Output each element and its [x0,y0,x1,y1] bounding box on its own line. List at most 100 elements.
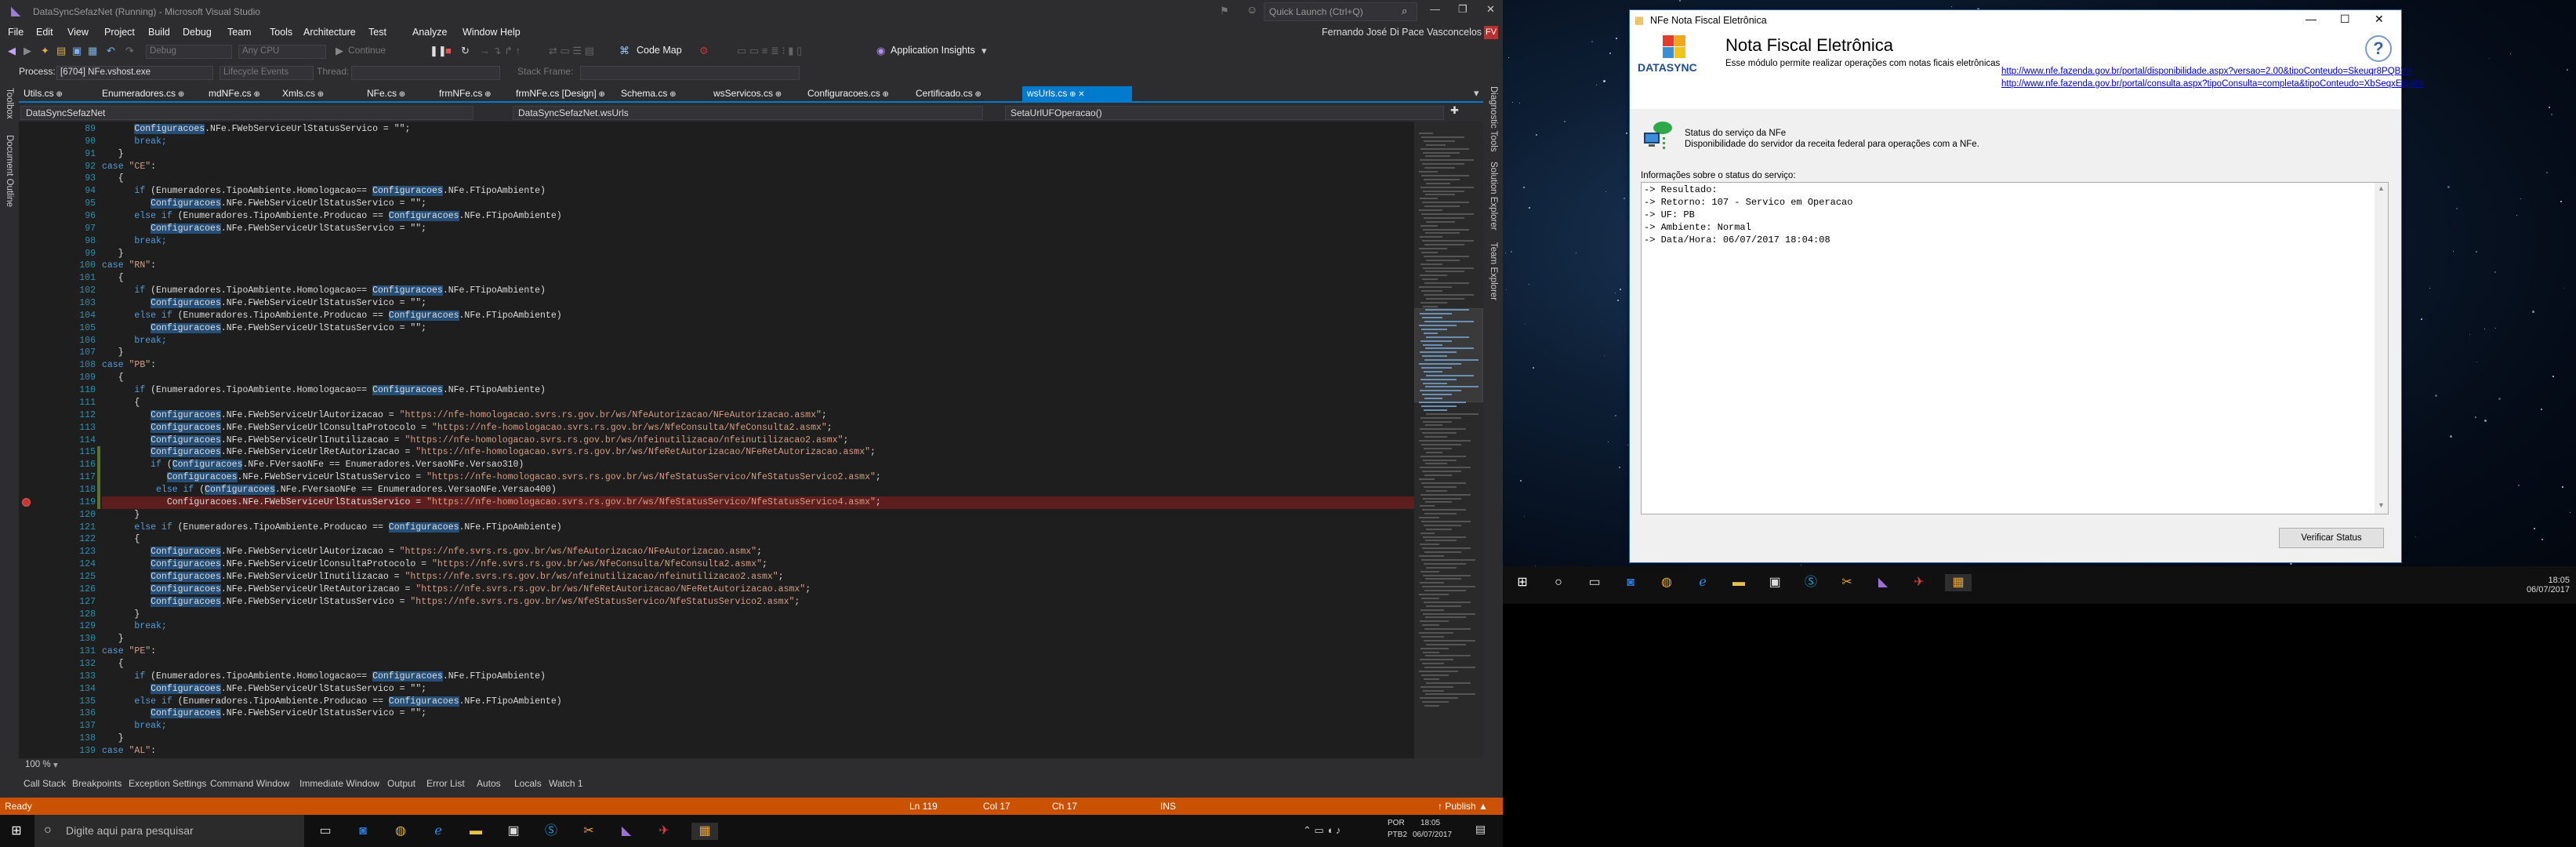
debugger-app-icon[interactable]: ✈ [655,823,673,840]
code-line[interactable]: else if (Enumeradores.TipoAmbiente.Produ… [102,696,562,708]
code-line[interactable]: { [102,173,124,185]
code-line[interactable]: Configuracoes.NFe.FWebServiceUrlRetAutor… [102,446,876,459]
code-line[interactable]: Configuracoes.NFe.FWebServiceUrlStatusSe… [102,707,426,720]
tools-app-icon[interactable]: ✂ [580,823,597,840]
code-line[interactable]: } [102,509,140,522]
tab-pin-icon[interactable]: ⊕ [597,90,604,99]
result-scrollbar[interactable]: ▲ ▼ [2375,183,2388,514]
file-explorer-icon[interactable]: ▬ [467,823,484,840]
store-icon[interactable]: ▣ [505,823,522,840]
tool-tab-locals[interactable]: Locals [514,778,542,789]
tool-tab-error-list[interactable]: Error List [426,778,465,789]
tab-pin-icon[interactable]: ⊕ [252,90,259,99]
taskbar-time[interactable]: 18:05 [1420,819,1440,827]
tab-pin-icon[interactable]: ⊕ [667,90,676,99]
code-map-icon[interactable]: ⌘ [619,45,629,57]
back-icon[interactable]: ◀ [8,45,16,57]
code-line[interactable]: Configuracoes.NFe.FWebServiceUrlAutoriza… [102,546,762,558]
tool-tab-command-window[interactable]: Command Window [210,778,289,789]
zoom-level[interactable]: 100 % [25,760,51,769]
visual-studio-taskbar-icon-2[interactable]: ◣ [1874,574,1892,591]
lifecycle-events-select[interactable]: Lifecycle Events [220,66,314,80]
code-line[interactable]: Configuracoes.NFe.FWebServiceUrlInutiliz… [102,571,784,583]
store-icon-2[interactable]: ▣ [1766,574,1783,591]
quick-launch-input[interactable]: Quick Launch (Ctrl+Q) [1264,2,1417,21]
menu-analyze[interactable]: Analyze [412,27,447,38]
team-explorer-tab[interactable]: Team Explorer [1489,242,1498,300]
code-line[interactable]: else if (Enumeradores.TipoAmbiente.Produ… [102,522,562,534]
break-all-icon[interactable]: ❚❚ [430,45,447,57]
restore-button[interactable]: ❐ [1458,3,1468,16]
clock-right[interactable]: 18:05 06/07/2017 [2523,576,2570,594]
code-editor[interactable]: 89 90 91 92 93 94 95 96 97 98 99 100 101 102 103 104 105… [19,122,1414,758]
code-line[interactable]: Configuracoes.NFe.FWebServiceUrlStatusSe… [102,223,426,235]
redo-icon[interactable]: ↷ [125,45,134,57]
verify-status-button[interactable]: Verificar Status [2279,528,2384,548]
code-line[interactable]: case "CE": [102,161,156,173]
process-select[interactable]: [6704] NFe.vshost.exe [56,66,213,80]
code-line[interactable]: if (Enumeradores.TipoAmbiente.Homologaca… [102,384,546,397]
windows-start-icon-2[interactable]: ⊞ [1514,574,1531,591]
nfe-app-taskbar-icon-2[interactable]: ▦ [1945,574,1972,591]
undo-icon[interactable]: ↶ [107,45,115,57]
nfe-close-button[interactable]: ✕ [2375,13,2384,26]
code-line[interactable]: case "PE": [102,645,156,658]
tab-mdnfe-cs[interactable]: mdNFe.cs ⊕ [204,86,270,101]
menu-tools[interactable]: Tools [270,27,292,38]
tool-tab-breakpoints[interactable]: Breakpoints [72,778,122,789]
code-line[interactable]: Configuracoes.NFe.FWebServiceUrlStatusSe… [102,471,881,484]
new-project-icon[interactable]: ✦ [41,45,49,57]
code-line[interactable]: break; [102,335,166,347]
application-insights-button[interactable]: Application Insights [891,45,975,56]
code-line[interactable]: Configuracoes.NFe.FWebServiceUrlInutiliz… [102,434,848,447]
tab-configuracoes-cs[interactable]: Configuracoes.cs ⊕ [803,86,905,101]
tab-certificado-cs[interactable]: Certificado.cs ⊕ [911,86,1016,101]
diagnostic-tools-tab[interactable]: Diagnostic Tools [1489,86,1498,152]
split-window-icon[interactable]: ✚ [1450,104,1459,117]
code-line[interactable]: Configuracoes.NFe.FWebServiceUrlStatusSe… [102,596,800,609]
solution-explorer-tab[interactable]: Solution Explorer [1489,162,1498,231]
code-line[interactable]: if (Enumeradores.TipoAmbiente.Homologaca… [102,671,546,683]
tab-overflow-icon[interactable]: ▾ [1474,87,1479,100]
code-line[interactable]: { [102,533,140,546]
tab-wsservicos-cs[interactable]: wsServicos.cs ⊕ [709,86,796,101]
thread-select[interactable] [351,66,500,80]
menu-edit[interactable]: Edit [36,27,53,38]
notification-center-icon[interactable]: ▤ [1475,823,1486,836]
member-select[interactable]: SetaUrlUFOperacao() [1005,106,1444,120]
chrome-icon-2[interactable]: ◍ [1658,574,1675,591]
code-line[interactable]: Configuracoes.NFe.FWebServiceUrlStatusSe… [102,683,426,696]
nfe-app-taskbar-icon[interactable]: ▦ [691,823,718,840]
code-line[interactable]: break; [102,620,166,633]
nfe-maximize-button[interactable]: ☐ [2340,13,2350,26]
open-folder-icon[interactable]: ▤ [56,45,66,57]
tab-enumeradores-cs[interactable]: Enumeradores.cs ⊕ [97,86,198,101]
menu-file[interactable]: File [8,27,24,38]
code-text[interactable]: Configuracoes.NFe.FWebServiceUrlStatusSe… [102,122,1414,758]
restart-icon[interactable]: ↻ [461,45,470,57]
tool-tab-call-stack[interactable]: Call Stack [24,778,66,789]
code-line[interactable]: else if (Configuracoes.NFe.FVersaoNFe ==… [102,484,557,496]
code-line[interactable]: Configuracoes.NFe.FWebServiceUrlStatusSe… [102,198,426,210]
tab-pin-icon[interactable]: ⊕ [880,90,888,99]
code-line[interactable]: break; [102,235,166,248]
save-all-icon[interactable]: ▦ [88,45,97,57]
stack-frame-select[interactable] [580,66,800,80]
outlook-icon[interactable]: ◙ [354,823,372,840]
tool-tab-output[interactable]: Output [387,778,415,789]
tab-frmnfe-cs-design[interactable]: frmNFe.cs [Design] ⊕ [511,86,610,101]
user-name[interactable]: Fernando José Di Pace Vasconcelos [1322,27,1482,38]
code-line[interactable]: { [102,272,124,285]
tab-pin-icon[interactable]: ⊕ [315,90,324,99]
code-line[interactable]: } [102,248,124,260]
code-line[interactable]: { [102,372,124,384]
debug-misc-icons[interactable]: ⇄ ▭ ☰ ▤ [549,45,594,57]
skype-icon[interactable]: Ⓢ [542,823,560,840]
tab-pin-icon[interactable]: ⊕ [773,90,782,99]
breakpoint-icon[interactable] [22,497,31,507]
format-icons[interactable]: ▭ ▭ ≡ ≣ ⁝ ▮ ▯ [737,45,802,57]
menu-window[interactable]: Window [463,27,497,38]
code-line[interactable]: { [102,397,140,409]
code-line[interactable]: if (Configuracoes.NFe.FVersaoNFe == Enum… [102,459,524,471]
menu-build[interactable]: Build [148,27,170,38]
